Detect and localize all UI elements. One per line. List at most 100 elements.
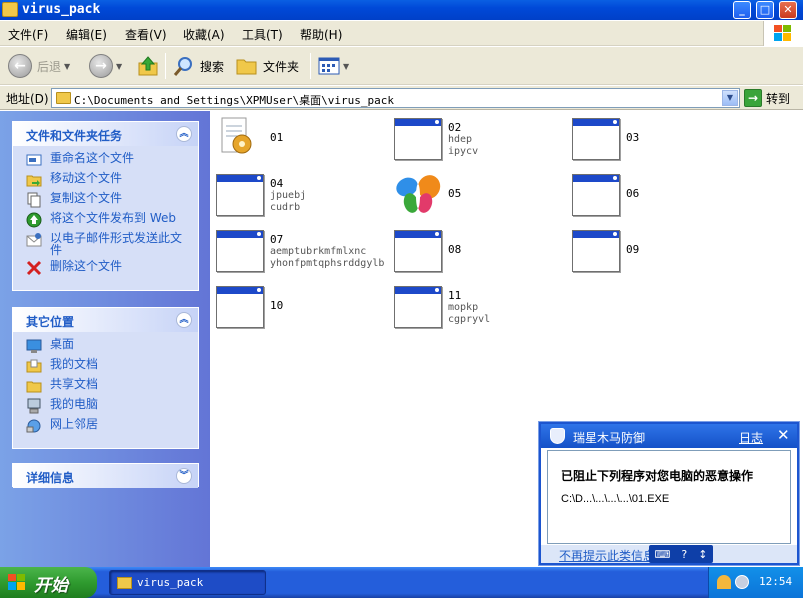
windows-flag-icon — [774, 25, 791, 41]
menu-tools[interactable]: 工具(T) — [242, 26, 283, 43]
volume-icon[interactable] — [735, 575, 749, 589]
place-shared-documents[interactable]: 共享文档 — [13, 376, 198, 396]
folder-icon — [2, 2, 18, 17]
file-tasks-panel: 文件和文件夹任务 ︽ 重命名这个文件 移动这个文件 复制这个文件 将这个文件发布… — [12, 121, 199, 291]
menu-file[interactable]: 文件(F) — [8, 26, 48, 43]
task-email[interactable]: 以电子邮件形式发送此文件 — [13, 230, 198, 258]
file-tasks-header[interactable]: 文件和文件夹任务 ︽ — [13, 122, 198, 146]
file-name: 05 — [448, 187, 462, 200]
task-delete[interactable]: 删除这个文件 — [13, 258, 198, 278]
address-input[interactable]: C:\Documents and Settings\XPMUser\桌面\vir… — [51, 88, 740, 108]
file-desc-2: yhonfpmtqphsrddgylb — [270, 258, 385, 269]
task-label: 将这个文件发布到 Web — [50, 211, 176, 225]
back-button[interactable]: ← 后退 ▼ — [8, 51, 70, 81]
menu-view[interactable]: 查看(V) — [125, 26, 167, 43]
task-label: 移动这个文件 — [50, 171, 123, 185]
other-places-header[interactable]: 其它位置 ︽ — [13, 308, 198, 332]
collapse-icon[interactable]: ︽ — [176, 312, 192, 328]
task-rename[interactable]: 重命名这个文件 — [13, 150, 198, 170]
file-name: 01 — [270, 131, 284, 144]
umbrella-icon[interactable] — [717, 575, 731, 589]
menu-favorites[interactable]: 收藏(A) — [183, 26, 225, 43]
popup-toolstrip: ⌨ ? ↕ — [649, 545, 713, 563]
blocked-file-path: C:\D...\...\...\...\01.EXE — [561, 493, 670, 505]
task-label: 重命名这个文件 — [50, 151, 135, 165]
file-item-08[interactable]: 08 — [390, 225, 560, 275]
forward-dropdown-icon[interactable]: ▼ — [116, 62, 122, 71]
back-dropdown-icon[interactable]: ▼ — [64, 62, 70, 71]
delete-icon — [26, 260, 42, 276]
maximize-button[interactable]: □ — [756, 1, 774, 19]
menu-help[interactable]: 帮助(H) — [300, 26, 342, 43]
popup-footer: 不再提示此类信息 ⌨ ? ↕ — [541, 545, 797, 563]
keyboard-icon[interactable]: ⌨ — [655, 548, 671, 561]
go-button[interactable]: → 转到 — [744, 88, 790, 108]
rename-icon — [26, 154, 42, 166]
file-item-09[interactable]: 09 — [568, 225, 738, 275]
my-computer-icon — [27, 398, 41, 414]
menu-bar: 文件(F) 编辑(E) 查看(V) 收藏(A) 工具(T) 帮助(H) — [0, 21, 803, 46]
folders-button[interactable]: 文件夹 — [236, 51, 299, 81]
file-item-10[interactable]: 10 — [212, 281, 382, 331]
address-label: 地址(D) — [6, 92, 49, 106]
views-icon — [318, 57, 340, 75]
address-path: C:\Documents and Settings\XPMUser\桌面\vir… — [74, 94, 395, 107]
msn-butterfly-icon — [396, 175, 441, 213]
file-desc-1: jpuebj — [270, 190, 307, 201]
file-item-01[interactable]: 01 — [212, 113, 382, 163]
file-item-07[interactable]: 07 aemptubrkmfmlxnc yhonfpmtqphsrddgylb — [212, 225, 392, 275]
folder-icon — [117, 577, 132, 589]
place-my-documents[interactable]: 我的文档 — [13, 356, 198, 376]
forward-button[interactable]: → ▼ — [89, 51, 122, 81]
file-item-06[interactable]: 06 — [568, 169, 738, 219]
file-name: 03 — [626, 131, 640, 144]
forward-arrow-icon: → — [89, 54, 113, 78]
search-button[interactable]: 搜索 — [173, 51, 224, 81]
log-link[interactable]: 日志 — [739, 429, 763, 446]
folders-icon — [236, 59, 257, 75]
copy-icon — [27, 192, 41, 208]
go-arrow-icon: → — [744, 89, 762, 107]
file-name: 10 — [270, 299, 284, 312]
windows-flag-icon — [8, 574, 25, 590]
window-app-icon — [216, 174, 264, 216]
up-folder-button[interactable] — [137, 51, 159, 81]
help-icon[interactable]: ? — [681, 548, 687, 561]
dont-show-again-link[interactable]: 不再提示此类信息 — [559, 547, 655, 564]
task-copy[interactable]: 复制这个文件 — [13, 190, 198, 210]
close-button[interactable]: ✕ — [779, 1, 797, 19]
start-button[interactable]: 开始 — [0, 567, 97, 598]
file-desc-2: ipycv — [448, 146, 479, 157]
details-title: 详细信息 — [26, 471, 75, 485]
address-dropdown-button[interactable]: ▼ — [722, 90, 738, 106]
menu-edit[interactable]: 编辑(E) — [66, 26, 107, 43]
file-tasks-title: 文件和文件夹任务 — [26, 129, 123, 143]
shared-documents-icon — [26, 381, 42, 393]
back-arrow-icon: ← — [8, 54, 32, 78]
minimize-button[interactable]: _ — [733, 1, 751, 19]
file-name: 07 — [270, 233, 284, 246]
place-network[interactable]: 网上邻居 — [13, 416, 198, 436]
scroll-icon[interactable]: ↕ — [698, 548, 707, 561]
window-app-icon — [394, 118, 442, 160]
window-app-icon — [216, 286, 264, 328]
taskbar-item-virus-pack[interactable]: virus_pack — [109, 570, 266, 595]
file-item-11[interactable]: 11 mopkp cgpryvl — [390, 281, 560, 331]
back-label: 后退 — [37, 59, 62, 74]
views-button[interactable]: ▼ — [318, 51, 349, 81]
collapse-icon[interactable]: ︽ — [176, 126, 192, 142]
file-item-03[interactable]: 03 — [568, 113, 738, 163]
details-header[interactable]: 详细信息 ︾ — [13, 464, 198, 488]
window-app-icon — [572, 230, 620, 272]
file-item-02[interactable]: 02 hdep ipycv — [390, 113, 560, 163]
window-app-icon — [216, 230, 264, 272]
task-move[interactable]: 移动这个文件 — [13, 170, 198, 190]
place-desktop[interactable]: 桌面 — [13, 336, 198, 356]
file-item-04[interactable]: 04 jpuebj cudrb — [212, 169, 382, 219]
task-publish-web[interactable]: 将这个文件发布到 Web — [13, 210, 198, 230]
expand-icon[interactable]: ︾ — [176, 468, 192, 484]
other-places-panel: 其它位置 ︽ 桌面 我的文档 共享文档 我的电脑 网上邻居 — [12, 307, 199, 449]
place-my-computer[interactable]: 我的电脑 — [13, 396, 198, 416]
file-item-05[interactable]: 05 — [390, 169, 560, 219]
popup-close-button[interactable]: ✕ — [777, 426, 790, 444]
